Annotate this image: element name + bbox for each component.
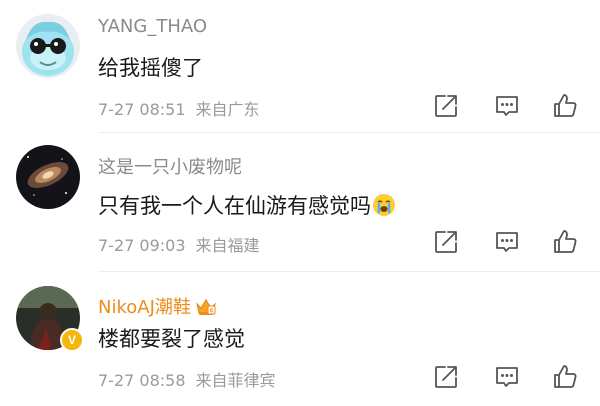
comment-icon[interactable] (493, 228, 521, 256)
verified-badge-icon: V (60, 328, 84, 352)
comment-item: 这是一只小废物呢 只有我一个人在仙游有感觉吗 7-27 09:03 来自福建 (0, 133, 600, 272)
comment-item: YANG_THAO 给我摇傻了 7-27 08:51 来自广东 (0, 0, 600, 133)
username-text: NikoAJ潮鞋 (98, 297, 191, 318)
comment-text: 楼都要裂了感觉 (98, 327, 245, 351)
vip-crown-icon: 6 (195, 298, 217, 316)
comment-meta: 7-27 08:58 来自菲律宾 (98, 367, 276, 391)
avatar-galaxy-image (16, 145, 80, 209)
share-icon[interactable] (432, 92, 460, 120)
like-icon[interactable] (551, 92, 579, 120)
comment-text-body: 只有我一个人在仙游有感觉吗 (98, 194, 371, 218)
username[interactable]: YANG_THAO (98, 16, 207, 37)
like-icon[interactable] (551, 363, 579, 391)
share-icon[interactable] (432, 228, 460, 256)
comment-meta: 7-27 08:51 来自广东 (98, 96, 260, 120)
comment-item: V NikoAJ潮鞋 6 楼都要裂了感觉 7-27 08:58 来自菲律宾 (0, 272, 600, 406)
avatar[interactable] (16, 14, 80, 78)
comment-icon[interactable] (493, 363, 521, 391)
like-icon[interactable] (551, 228, 579, 256)
comment-time: 7-27 08:51 (98, 100, 186, 119)
comment-icon[interactable] (493, 92, 521, 120)
comment-location: 来自广东 (195, 100, 260, 119)
comment-time: 7-27 09:03 (98, 236, 186, 255)
avatar-cartoon-image (16, 14, 80, 78)
username[interactable]: NikoAJ潮鞋 6 (98, 293, 217, 319)
comment-time: 7-27 08:58 (98, 371, 186, 390)
avatar[interactable] (16, 145, 80, 209)
share-icon[interactable] (432, 363, 460, 391)
username[interactable]: 这是一只小废物呢 (98, 153, 242, 179)
comment-meta: 7-27 09:03 来自福建 (98, 232, 260, 256)
comment-text: 给我摇傻了 (98, 56, 203, 80)
comment-location: 来自菲律宾 (195, 371, 276, 390)
comment-text: 只有我一个人在仙游有感觉吗 (98, 190, 396, 220)
comment-location: 来自福建 (195, 236, 260, 255)
crying-emoji-icon (372, 193, 396, 217)
